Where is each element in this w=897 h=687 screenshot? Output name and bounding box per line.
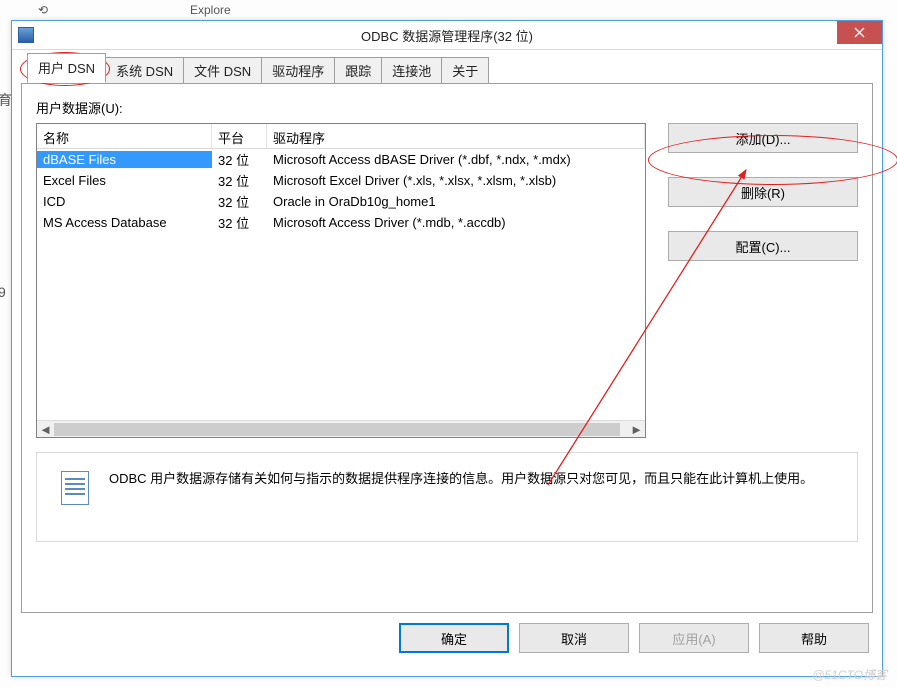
add-button[interactable]: 添加(D)... [668,123,858,153]
close-button[interactable] [837,21,882,44]
horizontal-scrollbar[interactable]: ◄ ► [37,420,645,437]
tab-关于[interactable]: 关于 [441,57,489,84]
cancel-button[interactable]: 取消 [519,623,629,653]
cell-platform: 32 位 [212,191,267,212]
cell-name: ICD [37,193,212,210]
odbc-admin-window: ODBC 数据源管理程序(32 位) 用户 DSN系统 DSN文件 DSN驱动程… [11,20,883,677]
tab-panel-user-dsn: 用户数据源(U): 名称 平台 驱动程序 dBASE Files32 位Micr… [21,83,873,613]
table-row[interactable]: dBASE Files32 位Microsoft Access dBASE Dr… [37,149,645,170]
tab-系统-DSN[interactable]: 系统 DSN [105,57,184,84]
remove-button[interactable]: 删除(R) [668,177,858,207]
cell-driver: Microsoft Access dBASE Driver (*.dbf, *.… [267,151,645,168]
cell-name: Excel Files [37,172,212,189]
dialog-buttons: 确定 取消 应用(A) 帮助 [21,623,873,653]
tab-跟踪[interactable]: 跟踪 [334,57,382,84]
dsn-listview[interactable]: 名称 平台 驱动程序 dBASE Files32 位Microsoft Acce… [36,123,646,438]
user-data-sources-label: 用户数据源(U): [36,98,123,117]
titlebar[interactable]: ODBC 数据源管理程序(32 位) [12,21,882,50]
close-icon [854,27,865,38]
tab-驱动程序[interactable]: 驱动程序 [261,57,335,84]
scroll-track[interactable] [54,421,628,438]
column-header-driver[interactable]: 驱动程序 [267,124,645,148]
configure-button[interactable]: 配置(C)... [668,231,858,261]
info-text: ODBC 用户数据源存储有关如何与指示的数据提供程序连接的信息。用户数据源只对您… [109,469,813,490]
tab-文件-DSN[interactable]: 文件 DSN [183,57,262,84]
cell-platform: 32 位 [212,212,267,233]
explore-label: Explore [190,3,231,17]
content-row: 名称 平台 驱动程序 dBASE Files32 位Microsoft Acce… [36,123,858,438]
scroll-left-icon[interactable]: ◄ [37,421,54,438]
watermark: @51CTO博客 [812,666,887,683]
cell-driver: Oracle in OraDb10g_home1 [267,193,645,210]
cell-name: dBASE Files [37,151,212,168]
tab-连接池[interactable]: 连接池 [381,57,442,84]
list-headers[interactable]: 名称 平台 驱动程序 [37,124,645,149]
cell-driver: Microsoft Access Driver (*.mdb, *.accdb) [267,214,645,231]
help-button[interactable]: 帮助 [759,623,869,653]
crop-fragment: 9 [0,284,6,300]
cell-platform: 32 位 [212,149,267,170]
tabstrip: 用户 DSN系统 DSN文件 DSN驱动程序跟踪连接池关于 [27,59,873,83]
window-title: ODBC 数据源管理程序(32 位) [361,26,533,45]
client-area: 用户 DSN系统 DSN文件 DSN驱动程序跟踪连接池关于 用户数据源(U): … [12,50,882,676]
app-icon [18,27,34,43]
cell-platform: 32 位 [212,170,267,191]
info-box: ODBC 用户数据源存储有关如何与指示的数据提供程序连接的信息。用户数据源只对您… [36,452,858,542]
table-row[interactable]: MS Access Database32 位Microsoft Access D… [37,212,645,233]
scroll-right-icon[interactable]: ► [628,421,645,438]
table-row[interactable]: ICD32 位Oracle in OraDb10g_home1 [37,191,645,212]
browser-fragment: ⟲ [38,3,48,17]
column-header-platform[interactable]: 平台 [212,124,267,148]
table-row[interactable]: Excel Files32 位Microsoft Excel Driver (*… [37,170,645,191]
tab-用户-DSN[interactable]: 用户 DSN [27,53,106,83]
list-body: dBASE Files32 位Microsoft Access dBASE Dr… [37,149,645,233]
column-header-name[interactable]: 名称 [37,124,212,148]
ok-button[interactable]: 确定 [399,623,509,653]
scroll-thumb[interactable] [54,423,620,436]
datasource-icon [55,469,95,509]
cell-name: MS Access Database [37,214,212,231]
apply-button[interactable]: 应用(A) [639,623,749,653]
cell-driver: Microsoft Excel Driver (*.xls, *.xlsx, *… [267,172,645,189]
side-buttons: 添加(D)... 删除(R) 配置(C)... [668,123,858,438]
